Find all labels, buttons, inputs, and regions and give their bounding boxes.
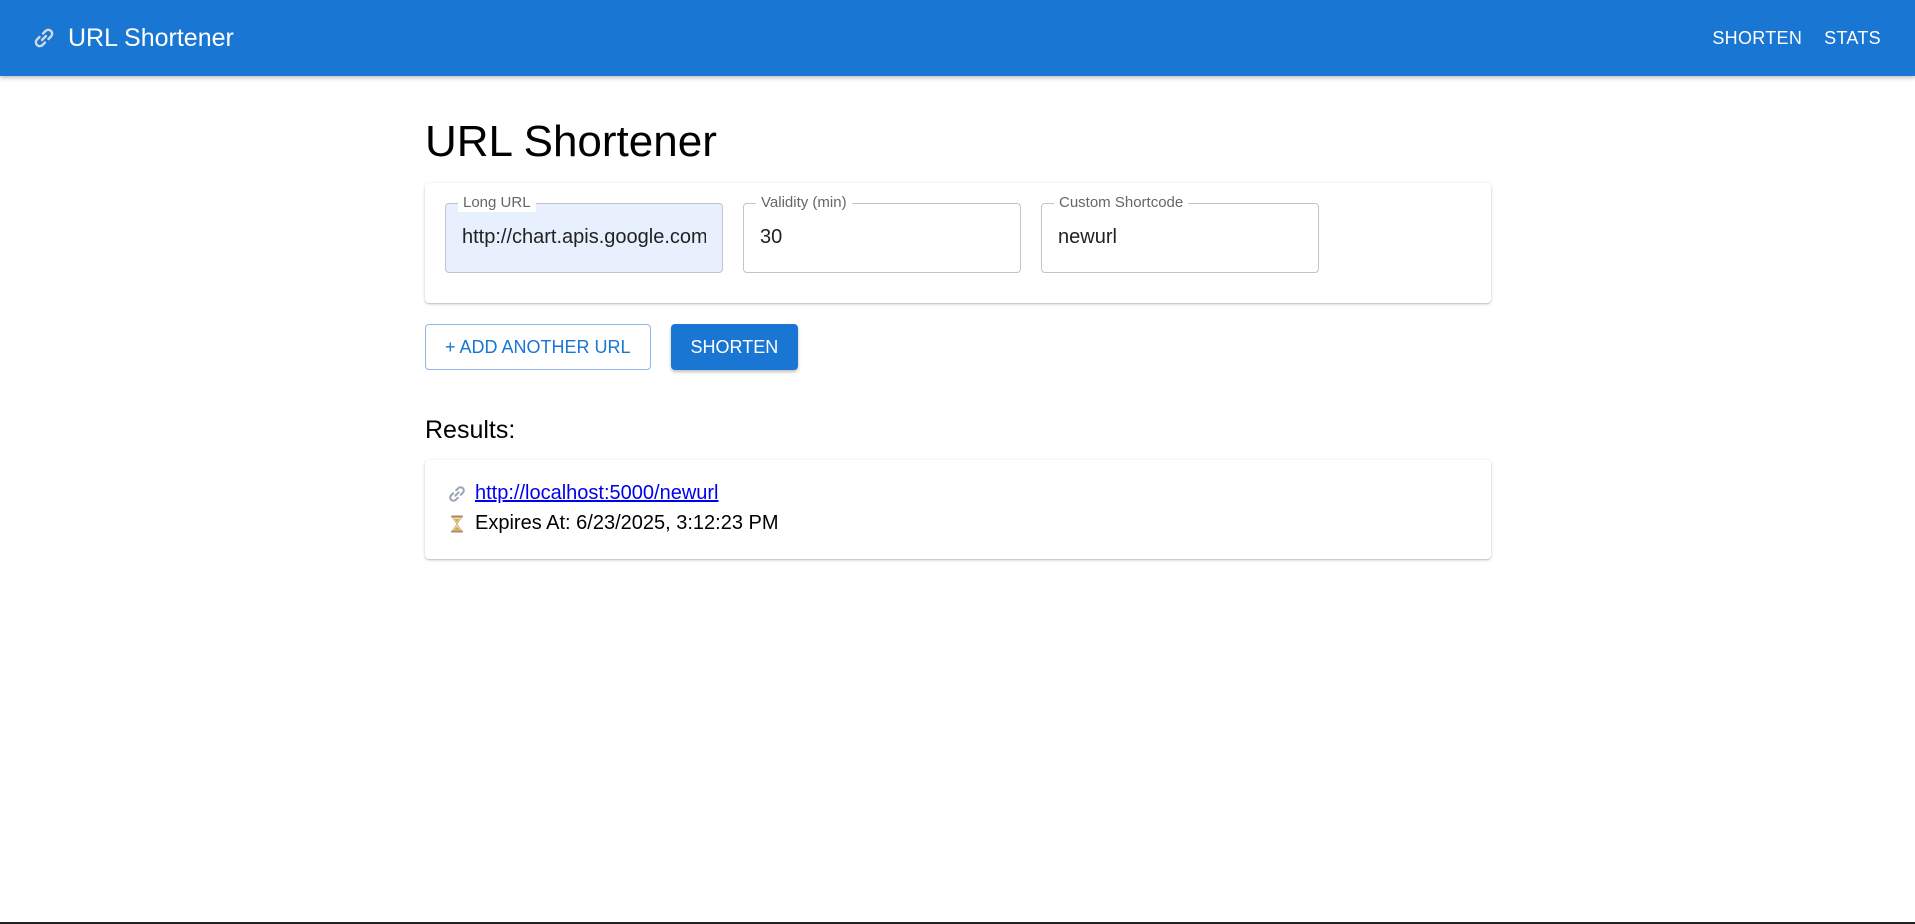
shortcode-input[interactable] — [1058, 226, 1302, 249]
short-url-link[interactable]: http://localhost:5000/newurl — [475, 482, 719, 505]
link-icon — [447, 484, 467, 504]
nav-shorten-button[interactable]: SHORTEN — [1712, 22, 1802, 55]
shorten-button[interactable]: SHORTEN — [670, 324, 799, 370]
shortcode-label: Custom Shortcode — [1054, 194, 1189, 212]
result-link-row: http://localhost:5000/newurl — [447, 482, 719, 505]
long-url-field: Long URL — [445, 194, 723, 273]
add-another-url-button[interactable]: + ADD ANOTHER URL — [425, 324, 651, 370]
expiry-text: Expires At: 6/23/2025, 3:12:23 PM — [475, 512, 779, 534]
top-nav: SHORTEN STATS — [1712, 22, 1881, 55]
nav-stats-button[interactable]: STATS — [1824, 22, 1881, 55]
results-heading: Results: — [425, 416, 516, 444]
long-url-input[interactable] — [462, 226, 706, 249]
validity-label: Validity (min) — [756, 194, 852, 212]
hourglass-icon — [447, 514, 467, 534]
action-row: + ADD ANOTHER URL SHORTEN — [425, 324, 799, 370]
shortcode-field: Custom Shortcode — [1041, 194, 1319, 273]
app-title: URL Shortener — [68, 23, 234, 52]
brand: URL Shortener — [32, 24, 234, 53]
validity-field: Validity (min) — [743, 194, 1021, 273]
validity-input[interactable] — [760, 226, 1004, 249]
long-url-label: Long URL — [458, 194, 536, 212]
app-bar: URL Shortener SHORTEN STATS — [0, 0, 1915, 76]
page-title: URL Shortener — [425, 117, 717, 166]
result-card: http://localhost:5000/newurl Expires At:… — [425, 460, 1491, 559]
result-expiry-row: Expires At: 6/23/2025, 3:12:23 PM — [447, 512, 779, 535]
url-form-card: Long URL Validity (min) Custom Shortcode — [425, 183, 1491, 303]
link-icon — [32, 26, 56, 50]
